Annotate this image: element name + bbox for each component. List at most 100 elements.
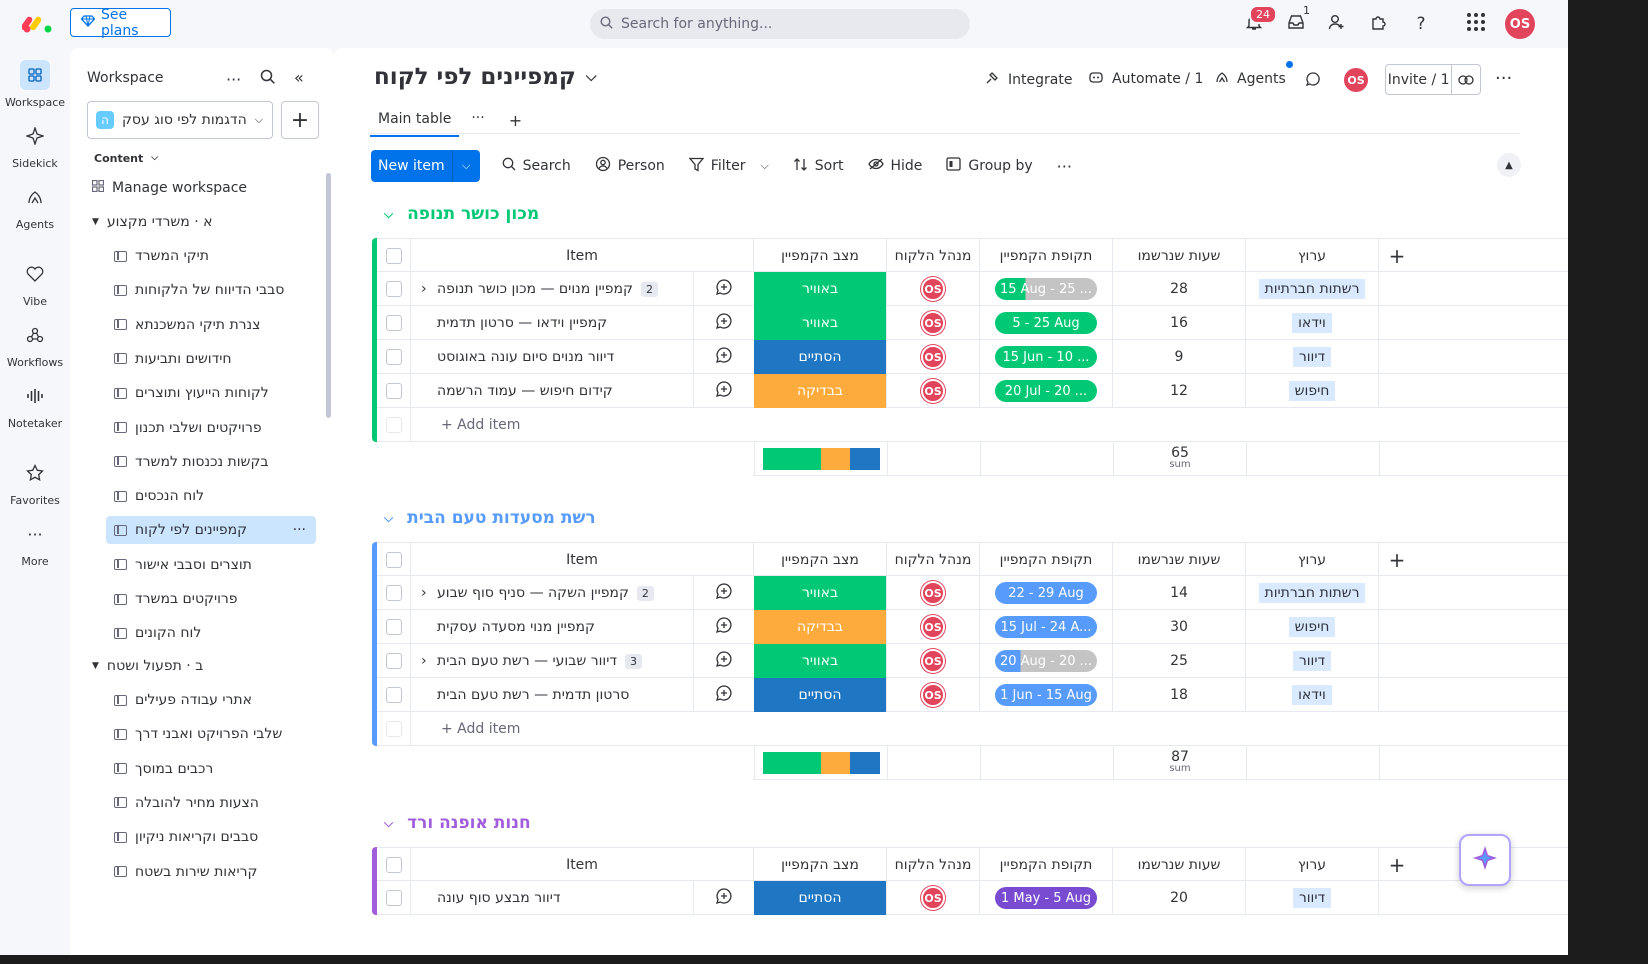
sidebar-board-item[interactable]: פרויקטים במשרד xyxy=(106,585,316,613)
item-name-cell[interactable]: דיוור מנוים סיום עונה באוגוסט xyxy=(437,340,614,374)
sidebar-board-item[interactable]: חידושים ותביעות xyxy=(106,345,316,373)
help-button[interactable]: ? xyxy=(1408,11,1434,37)
item-name-cell[interactable]: 3 דיוור שבועי — רשת טעם הבית xyxy=(437,644,643,678)
copy-link-button[interactable] xyxy=(1452,65,1480,94)
timeline-cell[interactable]: 22 - 29 Aug xyxy=(980,576,1113,610)
workspace-selector[interactable]: ⌵ הדגמות לפי סוג עסק ה xyxy=(87,101,273,139)
add-item-button[interactable]: + Add item xyxy=(441,408,520,442)
tab-more-icon[interactable]: ··· xyxy=(471,110,484,126)
column-header-period[interactable]: תקופת הקמפיין xyxy=(980,239,1113,273)
status-cell[interactable]: הסתיים xyxy=(754,340,887,374)
item-name-cell[interactable]: קידום חיפוש — עמוד הרשמה xyxy=(437,374,613,408)
hours-cell[interactable]: 14 xyxy=(1113,576,1246,610)
conversation-cell[interactable] xyxy=(693,576,755,610)
hours-cell[interactable]: 28 xyxy=(1113,272,1246,306)
rail-item-more[interactable]: ··· More xyxy=(0,519,70,569)
sidebar-board-item[interactable]: קמפיינים לפי לקוח ··· xyxy=(106,516,316,545)
table-row[interactable]: › 2 קמפיין מנוים — מכון כושר תנופה באווי… xyxy=(377,272,1568,306)
sidebar-board-item[interactable]: הצעות מחיר להובלה xyxy=(106,789,316,817)
sidebar-board-item[interactable]: לוח הקונים xyxy=(106,619,316,647)
content-filter[interactable]: Content ⌵ xyxy=(94,148,322,168)
row-checkbox[interactable] xyxy=(385,383,402,399)
column-header-item[interactable]: Item xyxy=(411,239,754,273)
column-header-item[interactable]: Item xyxy=(411,543,754,577)
status-cell[interactable]: באוויר xyxy=(754,272,887,306)
rail-item-agents[interactable]: Agents xyxy=(0,182,70,231)
group-header[interactable]: ⌵ רשת מסעדות טעם הבית xyxy=(384,508,596,528)
table-row[interactable]: דיוור מבצע סוף עונה הסתיים OS 1 May - 5 … xyxy=(377,881,1568,915)
search-board-button[interactable]: Search xyxy=(502,157,571,175)
panel-scrollbar[interactable] xyxy=(326,173,331,418)
timeline-cell[interactable]: 15 Jul - 24 A... xyxy=(980,610,1113,644)
rail-item-sidekick[interactable]: Sidekick xyxy=(0,121,70,170)
column-header-channel[interactable]: ערוץ xyxy=(1246,543,1379,577)
invite-members-button[interactable] xyxy=(1324,11,1350,37)
folder-b[interactable]: ▼ ב · תפעול ושטח xyxy=(92,652,320,680)
rail-item-vibe[interactable]: Vibe xyxy=(0,259,70,308)
channel-cell[interactable]: דיוור xyxy=(1246,340,1379,374)
column-header-manager[interactable]: מנהל הלקוח xyxy=(887,239,980,273)
table-row[interactable]: קמפיין מנוי מסעדה עסקית בבדיקה OS 15 Jul… xyxy=(377,610,1568,644)
table-row[interactable]: קידום חיפוש — עמוד הרשמה בבדיקה OS 20 Ju… xyxy=(377,374,1568,408)
invite-button[interactable]: Invite / 1 xyxy=(1386,65,1453,94)
board-more-icon[interactable]: ··· xyxy=(1495,68,1512,89)
panel-search-icon[interactable] xyxy=(260,69,276,89)
column-header-period[interactable]: תקופת הקמפיין xyxy=(980,848,1113,882)
column-header-status[interactable]: מצב הקמפיין xyxy=(754,239,887,273)
hours-summary-cell[interactable]: 87 sum xyxy=(1114,746,1247,780)
timeline-cell[interactable]: 20 Aug - 20 ... xyxy=(980,644,1113,678)
column-header-period[interactable]: תקופת הקמפיין xyxy=(980,543,1113,577)
new-item-dropdown[interactable]: ⌵ xyxy=(451,150,480,182)
see-plans-button[interactable]: See plans xyxy=(70,7,171,39)
board-owner-avatar[interactable]: OS xyxy=(1344,68,1368,92)
sidebar-board-item[interactable]: תוצרים וסבבי אישור xyxy=(106,551,316,579)
status-cell[interactable]: בבדיקה xyxy=(754,610,887,644)
conversation-cell[interactable] xyxy=(693,678,755,712)
conversation-cell[interactable] xyxy=(693,610,755,644)
chevron-down-icon[interactable]: ⌵ xyxy=(384,816,393,831)
status-cell[interactable]: בבדיקה xyxy=(754,374,887,408)
sidebar-board-item[interactable]: לוח הנכסים xyxy=(106,482,316,510)
item-name-cell[interactable]: 2 קמפיין מנוים — מכון כושר תנופה xyxy=(437,272,658,306)
add-column-button[interactable]: + xyxy=(1379,848,1415,882)
group-header[interactable]: ⌵ מכון כושר תנופה xyxy=(384,204,539,224)
rail-item-workflows[interactable]: Workflows xyxy=(0,320,70,369)
column-header-hours[interactable]: שעות שנרשמו xyxy=(1113,239,1246,273)
column-header-manager[interactable]: מנהל הלקוח xyxy=(887,543,980,577)
manager-cell[interactable]: OS xyxy=(887,340,980,374)
column-header-channel[interactable]: ערוץ xyxy=(1246,239,1379,273)
inbox-button[interactable]: 1 xyxy=(1283,4,1310,37)
expand-subitems-button[interactable]: › xyxy=(421,576,427,610)
rail-item-workspace[interactable]: Workspace xyxy=(0,60,70,109)
chevron-down-icon[interactable]: ⌵ xyxy=(384,511,393,526)
column-header-channel[interactable]: ערוץ xyxy=(1246,848,1379,882)
conversation-cell[interactable] xyxy=(693,374,755,408)
channel-cell[interactable]: דיוור xyxy=(1246,881,1379,915)
manager-cell[interactable]: OS xyxy=(887,881,980,915)
channel-cell[interactable]: חיפוש xyxy=(1246,610,1379,644)
channel-cell[interactable]: וידאו xyxy=(1246,306,1379,340)
board-title[interactable]: קמפיינים לפי לקוח ⌵ xyxy=(374,64,596,90)
sidebar-board-item[interactable]: צנרת תיקי המשכנתא xyxy=(106,311,316,339)
new-item-button[interactable]: New item xyxy=(371,150,452,182)
row-checkbox[interactable] xyxy=(385,585,402,601)
updates-button[interactable] xyxy=(1305,71,1321,91)
sidebar-board-item[interactable]: סבבים וקריאות ניקיון xyxy=(106,823,316,851)
monday-logo[interactable] xyxy=(22,13,54,35)
item-name-cell[interactable]: קמפיין וידאו — סרטון תדמית xyxy=(437,306,607,340)
channel-cell[interactable]: רשתות חברתיות xyxy=(1246,272,1379,306)
channel-cell[interactable]: וידאו xyxy=(1246,678,1379,712)
row-checkbox[interactable] xyxy=(385,619,402,635)
status-cell[interactable]: באוויר xyxy=(754,576,887,610)
person-filter-button[interactable]: Person xyxy=(595,156,665,176)
panel-more-icon[interactable]: ··· xyxy=(226,70,241,89)
channel-cell[interactable]: רשתות חברתיות xyxy=(1246,576,1379,610)
agents-button[interactable]: Agents xyxy=(1215,70,1286,88)
table-row[interactable]: קמפיין וידאו — סרטון תדמית באוויר OS 5 -… xyxy=(377,306,1568,340)
add-item-button[interactable]: + Add item xyxy=(441,712,520,746)
timeline-cell[interactable]: 1 Jun - 15 Aug xyxy=(980,678,1113,712)
apps-marketplace-button[interactable] xyxy=(1366,11,1392,37)
global-search-input[interactable]: Search for anything... xyxy=(590,9,970,39)
conversation-cell[interactable] xyxy=(693,272,755,306)
row-checkbox[interactable] xyxy=(385,653,402,669)
